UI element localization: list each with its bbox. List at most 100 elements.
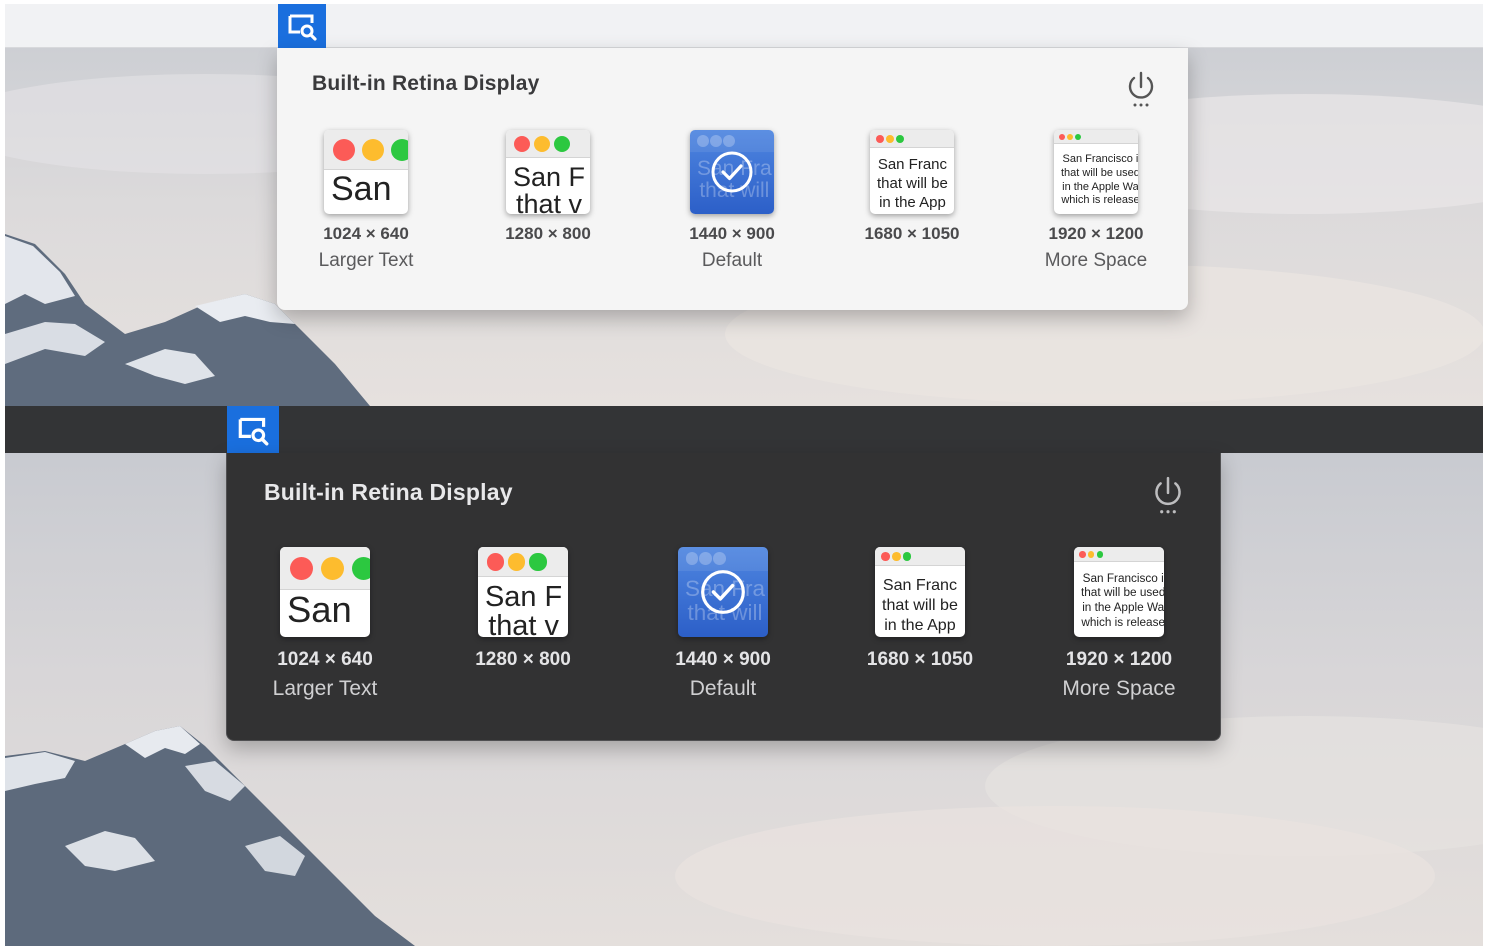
traffic-light-icon — [333, 139, 355, 161]
traffic-light-icon — [486, 553, 504, 571]
resolution-preview: San — [324, 130, 408, 214]
traffic-light-icon — [710, 135, 722, 147]
traffic-light-icon — [534, 136, 550, 152]
dark-mode-screenshot: Built-in Retina Display San 1024 × 640 Lar… — [5, 406, 1483, 946]
power-icon — [1155, 476, 1181, 514]
preview-text-line: that v — [516, 189, 583, 215]
traffic-light-icon — [723, 135, 735, 147]
preview-text-line: in the Apple Wa — [1062, 180, 1138, 193]
resolution-option[interactable]: San 1024 × 640 Larger Text — [227, 547, 423, 701]
power-button[interactable] — [1125, 70, 1157, 110]
resolution-label: Larger Text — [272, 677, 378, 700]
resolution-preview: San Fthat v — [478, 547, 568, 637]
resolution-option[interactable]: San 1024 × 640 Larger Text — [276, 130, 456, 272]
light-mode-screenshot: Built-in Retina Display San 1024 × 640 Lar… — [5, 4, 1483, 406]
checkmark-icon — [701, 570, 745, 614]
resolution-preview: San Francisco i that will be used in the A… — [1054, 130, 1138, 214]
traffic-light-icon — [1075, 134, 1081, 140]
traffic-light-icon — [508, 553, 526, 571]
display-search-icon[interactable] — [227, 406, 279, 453]
display-resolution-panel: Built-in Retina Display San 1024 × 640 Lar… — [226, 453, 1221, 741]
panel-title: Built-in Retina Display — [312, 72, 540, 95]
resolution-preview: San — [280, 547, 370, 637]
preview-text: San Franc that will be in the App — [882, 575, 958, 635]
resolution-option[interactable]: San Fra that will 1440 × 900 Default — [625, 547, 821, 701]
traffic-light-icon — [1079, 551, 1086, 558]
preview-text-line: San Franc — [877, 156, 948, 173]
preview-text: San — [331, 172, 392, 206]
resolution-label: Default — [689, 677, 757, 700]
resolution-preview: San Fthat v — [506, 130, 590, 214]
preview-text-line: which is release — [1061, 194, 1138, 207]
preview-text-line: San F — [485, 581, 563, 614]
resolution-option[interactable]: San Francisco i that will be used in the A… — [1006, 130, 1186, 272]
traffic-light-icon — [1067, 134, 1073, 140]
resolution-preview: San Francisco i that will be used in the A… — [1074, 547, 1164, 637]
resolution-option[interactable]: San Fthat v 1280 × 800 — [425, 547, 621, 671]
traffic-light-icon — [1096, 551, 1103, 558]
preview-text-line: San Franc — [882, 575, 957, 594]
traffic-light-icon — [514, 136, 530, 152]
menu-bar — [5, 4, 1483, 48]
traffic-light-icon — [391, 139, 408, 161]
traffic-light-icon — [892, 552, 901, 561]
traffic-light-icon — [362, 139, 384, 161]
resolution-size: 1920 × 1200 — [1065, 649, 1173, 670]
resolution-size: 1680 × 1050 — [864, 224, 960, 243]
preview-text: San Francisco i that will be used in the A… — [1081, 572, 1164, 631]
resolution-size: 1024 × 640 — [323, 224, 409, 243]
resolution-preview: San Fra that will — [690, 130, 774, 214]
preview-text-line: that will be — [877, 174, 948, 192]
display-resolution-panel: Built-in Retina Display San 1024 × 640 Lar… — [277, 48, 1188, 310]
resolution-option[interactable]: San Fthat v 1280 × 800 — [458, 130, 638, 244]
preview-text-line: San Francisco i — [1062, 153, 1138, 165]
traffic-light-icon — [697, 135, 709, 147]
preview-text-line: San — [331, 170, 392, 208]
preview-text-line: San Francisco i — [1082, 571, 1164, 585]
resolution-preview: San Fra that will — [678, 547, 768, 637]
resolution-option[interactable]: San Francisco i that will be used in the A… — [1021, 547, 1217, 701]
resolution-label: Default — [701, 250, 763, 271]
preview-text-line: that will be used — [1081, 586, 1164, 600]
resolution-size: 1280 × 800 — [505, 224, 591, 243]
traffic-light-icon — [881, 552, 890, 561]
traffic-light-icon — [886, 135, 894, 143]
preview-text-line: that will be — [882, 595, 958, 614]
resolution-label: More Space — [1044, 250, 1148, 271]
resolution-label: More Space — [1062, 677, 1176, 700]
preview-text-line: that v — [488, 610, 559, 637]
resolution-option[interactable]: San Franc that will be in the App 1680 × 10… — [822, 547, 1018, 671]
preview-text-line: San — [287, 589, 352, 630]
traffic-light-icon — [529, 553, 547, 571]
preview-text: San Francisco i that will be used in the A… — [1061, 153, 1138, 208]
resolution-option[interactable]: San Franc that will be in the App 1680 × 10… — [822, 130, 1002, 244]
power-icon — [1128, 71, 1154, 107]
resolution-preview: San Franc that will be in the App — [875, 547, 965, 637]
preview-text: San Fthat v — [513, 162, 586, 215]
resolution-preview: San Franc that will be in the App — [870, 130, 954, 214]
preview-text-line: in the App — [879, 193, 946, 211]
preview-text-line: in the App — [884, 616, 956, 635]
preview-text-line: San F — [513, 162, 586, 192]
resolution-size: 1280 × 800 — [475, 649, 571, 670]
traffic-light-icon — [876, 135, 884, 143]
preview-text: San Franc that will be in the App — [877, 156, 948, 212]
resolution-size: 1024 × 640 — [277, 649, 373, 670]
resolution-size: 1440 × 900 — [689, 224, 775, 243]
checkmark-icon — [711, 151, 753, 193]
preview-text-line: which is release — [1081, 615, 1164, 629]
traffic-light-icon — [1087, 551, 1095, 558]
resolution-option[interactable]: San Fra that will 1440 × 900 Default — [642, 130, 822, 272]
display-search-icon[interactable] — [278, 4, 326, 48]
preview-text-line: that will be used — [1061, 166, 1138, 179]
traffic-light-icon — [554, 136, 570, 152]
preview-text-line: in the Apple Wa — [1082, 601, 1164, 615]
traffic-light-icon — [1059, 134, 1065, 140]
resolution-size: 1680 × 1050 — [866, 649, 974, 670]
traffic-light-icon — [896, 135, 904, 143]
power-button[interactable] — [1151, 475, 1185, 517]
traffic-light-icon — [351, 556, 370, 581]
resolution-size: 1920 × 1200 — [1048, 224, 1144, 243]
preview-text: San Fthat v — [485, 583, 562, 637]
preview-text: San — [287, 589, 352, 630]
